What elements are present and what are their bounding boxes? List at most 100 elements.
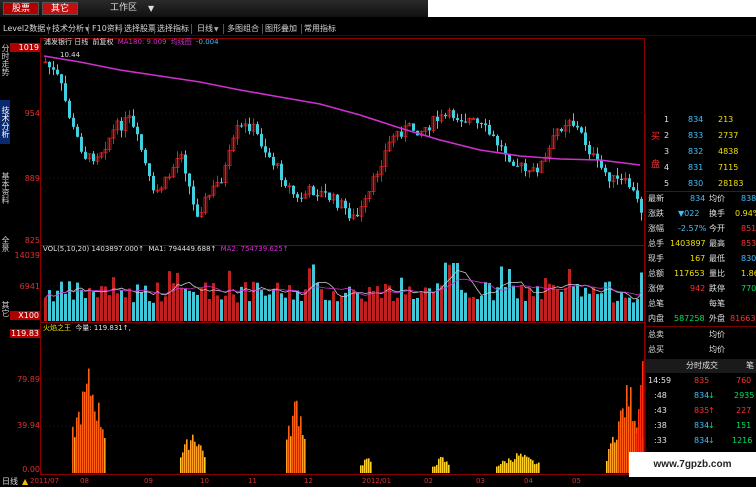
- chart-area[interactable]: [0, 0, 756, 487]
- indicator-bar: [98, 402, 100, 473]
- trade-price: 834: [694, 421, 710, 430]
- volume-bar: [52, 301, 55, 321]
- candle-body: [48, 61, 51, 68]
- volume-bar: [364, 301, 367, 321]
- candle-body: [412, 123, 415, 131]
- x-tick: 11: [248, 477, 257, 485]
- volume-bar: [164, 296, 167, 321]
- volume-bar: [132, 302, 135, 321]
- indicator-bar: [88, 368, 90, 473]
- indicator-bar: [360, 465, 362, 473]
- indicator-bar: [186, 439, 188, 473]
- quote-label: 量比: [709, 269, 725, 278]
- x-tick: 08: [80, 477, 89, 485]
- volume-bar: [592, 287, 595, 321]
- volume-bar: [432, 291, 435, 321]
- indicator-bar: [204, 457, 206, 473]
- tab-trades[interactable]: 分时成交: [686, 359, 718, 373]
- candle-body: [604, 167, 607, 173]
- volume-bar: [588, 293, 591, 321]
- indicator-bar: [512, 461, 514, 473]
- volume-bar: [492, 300, 495, 321]
- volume-bar: [324, 299, 327, 321]
- volume-bar: [536, 286, 539, 321]
- x-tick: 09: [144, 477, 153, 485]
- indicator-bar: [496, 466, 498, 473]
- price: 833: [688, 131, 704, 140]
- candle-body: [492, 134, 495, 136]
- candle-body: [616, 175, 619, 179]
- quote-row: 涨停 942 跌停 770: [646, 282, 756, 295]
- trade-price: 835: [694, 376, 710, 385]
- candle-body: [428, 127, 431, 131]
- volume-bar: [88, 288, 91, 321]
- quote-row: 内盘 587258 外盘 816639: [646, 312, 756, 325]
- volume-bar: [136, 284, 139, 321]
- period-selector[interactable]: 日线: [2, 476, 18, 487]
- quote-label: 总买: [648, 345, 664, 354]
- indicator-bar: [502, 460, 504, 473]
- indicator-bar: [606, 460, 608, 473]
- volume-bar: [80, 289, 83, 321]
- volume-bar: [140, 292, 143, 321]
- volume-bar: [460, 289, 463, 321]
- quote-row: 总卖 均价: [646, 328, 756, 341]
- volume-bar: [320, 289, 323, 321]
- volume-bar: [416, 298, 419, 321]
- candle-body: [196, 204, 199, 217]
- candle-body: [588, 145, 591, 155]
- volume-bar: [628, 297, 631, 321]
- x-tick: 10: [200, 477, 209, 485]
- volume-bar: [596, 294, 599, 321]
- volume-bar: [488, 282, 491, 321]
- trade-row: :43 835 ↑ 227: [646, 404, 756, 417]
- indicator-bar: [508, 458, 510, 473]
- indicator-bar: [202, 450, 204, 473]
- candle-body: [240, 125, 243, 127]
- tab-ticks[interactable]: 笔: [746, 359, 754, 373]
- volume-bar: [396, 297, 399, 321]
- volume-bar: [408, 286, 411, 321]
- quote-label: 均价: [709, 345, 725, 354]
- volume: 7115: [718, 163, 739, 172]
- volume-bar: [276, 282, 279, 321]
- candle-body: [628, 178, 631, 188]
- volume-bar: [544, 277, 547, 321]
- trade-direction: ↑: [708, 406, 715, 415]
- candle-body: [584, 132, 587, 146]
- volume-bar: [528, 288, 531, 321]
- volume-bar: [552, 284, 555, 321]
- trade-time: :48: [654, 391, 667, 400]
- quote-value: 167: [690, 254, 706, 263]
- order-book-row[interactable]: 4 831 7115: [646, 161, 756, 174]
- volume-bar: [624, 297, 627, 321]
- volume-bar: [232, 294, 235, 321]
- candle-body: [92, 153, 95, 162]
- quote-value: 0.94%: [735, 209, 756, 218]
- trade-volume: 760: [736, 376, 752, 385]
- legend-stock-name: 浦发银行 日线: [44, 38, 89, 46]
- volume-bar: [356, 292, 359, 321]
- indicator-bar: [300, 416, 302, 473]
- volume-bar: [352, 289, 355, 321]
- order-book-row[interactable]: 3 832 4838: [646, 145, 756, 158]
- quote-label: 最新: [648, 194, 664, 203]
- quote-row: 总笔 每笔: [646, 297, 756, 310]
- indicator-bar: [524, 454, 526, 473]
- order-book-row[interactable]: 5 830 28183: [646, 177, 756, 190]
- price: 830: [688, 179, 704, 188]
- trade-time: 14:59: [648, 376, 672, 385]
- triangle-up-icon[interactable]: ▲: [22, 476, 28, 487]
- volume-bar: [472, 296, 475, 321]
- trade-row: :33 834 ↓ 1216: [646, 434, 756, 447]
- indicator-bar: [78, 411, 80, 473]
- indicator-bar: [292, 415, 294, 473]
- volume-bar: [72, 299, 75, 321]
- level: 1: [664, 115, 670, 124]
- order-book-row[interactable]: 1 834 213: [646, 113, 756, 126]
- quote-value: 816639: [730, 314, 756, 323]
- order-book-row[interactable]: 2 833 2737: [646, 129, 756, 142]
- legend-vol-ma2: MA2: 754739.625↑: [220, 245, 289, 253]
- level: 5: [664, 179, 670, 188]
- candle-body: [512, 161, 515, 166]
